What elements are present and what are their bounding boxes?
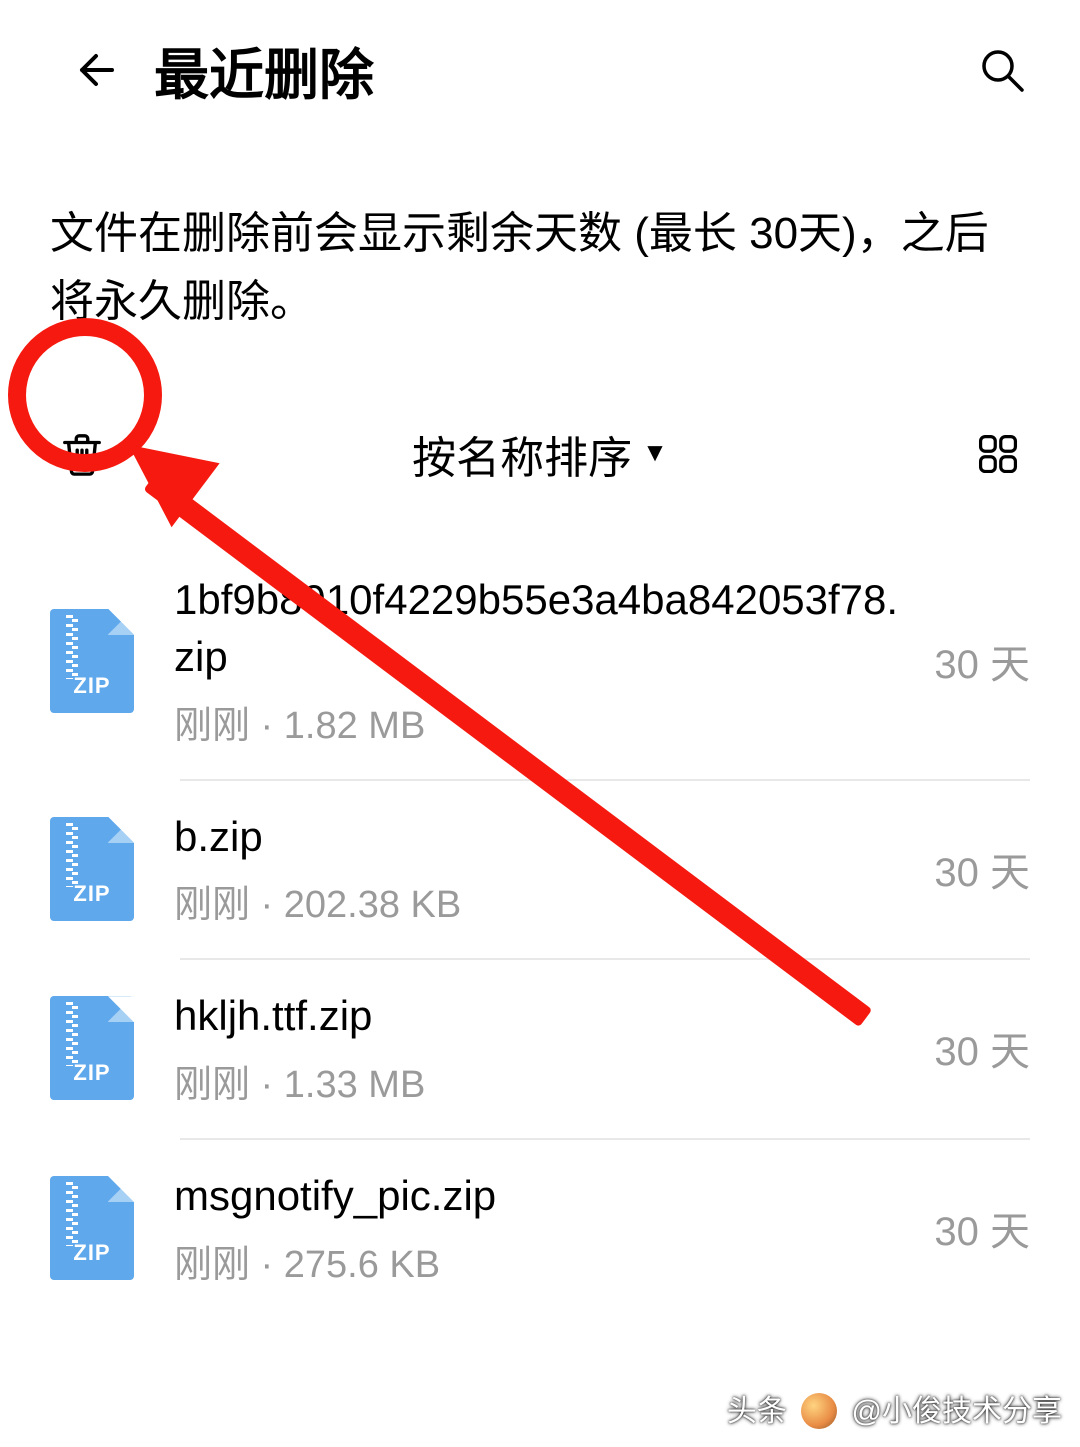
zip-badge: ZIP <box>73 673 110 699</box>
chevron-down-icon: ▼ <box>642 437 668 468</box>
page-title: 最近删除 <box>154 30 974 110</box>
file-list: ZIP 1bf9b8910f4229b55e3a4ba842053f78.zip… <box>0 522 1080 1317</box>
list-item[interactable]: ZIP 1bf9b8910f4229b55e3a4ba842053f78.zip… <box>0 542 1080 778</box>
arrow-left-icon <box>74 46 122 94</box>
days-remaining: 30 天 <box>934 1019 1030 1077</box>
view-toggle-button[interactable] <box>971 427 1025 481</box>
list-item[interactable]: ZIP hkljh.ttf.zip 刚刚 · 1.33 MB 30 天 <box>0 958 1080 1138</box>
header-bar: 最近删除 <box>0 0 1080 150</box>
zip-file-icon: ZIP <box>50 996 134 1100</box>
back-button[interactable] <box>70 42 126 98</box>
zip-file-icon: ZIP <box>50 609 134 713</box>
sort-dropdown[interactable]: 按名称排序 ▼ <box>109 422 971 486</box>
zip-file-icon: ZIP <box>50 1176 134 1280</box>
days-remaining: 30 天 <box>934 1199 1030 1257</box>
search-button[interactable] <box>974 42 1030 98</box>
file-info: 刚刚 · 1.33 MB <box>174 1053 914 1108</box>
file-info: 刚刚 · 275.6 KB <box>174 1233 914 1288</box>
file-name: hkljh.ttf.zip <box>174 988 914 1053</box>
sort-label: 按名称排序 <box>412 422 632 486</box>
empty-trash-button[interactable] <box>55 427 109 481</box>
zip-badge: ZIP <box>73 1060 110 1086</box>
file-meta: 1bf9b8910f4229b55e3a4ba842053f78.zip 刚刚 … <box>174 572 934 748</box>
file-info: 刚刚 · 202.38 KB <box>174 873 914 928</box>
list-toolbar: 按名称排序 ▼ <box>0 386 1080 522</box>
zip-badge: ZIP <box>73 881 110 907</box>
watermark-prefix: 头条 <box>727 1395 787 1428</box>
avatar-icon <box>801 1393 837 1429</box>
grid-icon <box>976 432 1020 476</box>
file-meta: b.zip 刚刚 · 202.38 KB <box>174 809 934 929</box>
file-name: 1bf9b8910f4229b55e3a4ba842053f78.zip <box>174 572 914 693</box>
file-name: b.zip <box>174 809 914 874</box>
trash-icon <box>59 431 105 477</box>
info-text: 文件在删除前会显示剩余天数 (最长 30天)，之后将永久删除。 <box>0 150 1080 386</box>
file-meta: msgnotify_pic.zip 刚刚 · 275.6 KB <box>174 1168 934 1288</box>
file-name: msgnotify_pic.zip <box>174 1168 914 1233</box>
days-remaining: 30 天 <box>934 840 1030 898</box>
list-item[interactable]: ZIP b.zip 刚刚 · 202.38 KB 30 天 <box>0 779 1080 959</box>
search-icon <box>978 46 1026 94</box>
list-item[interactable]: ZIP msgnotify_pic.zip 刚刚 · 275.6 KB 30 天 <box>0 1138 1080 1318</box>
zip-badge: ZIP <box>73 1240 110 1266</box>
file-meta: hkljh.ttf.zip 刚刚 · 1.33 MB <box>174 988 934 1108</box>
days-remaining: 30 天 <box>934 632 1030 690</box>
file-info: 刚刚 · 1.82 MB <box>174 694 914 749</box>
watermark: 头条 @小俊技术分享 <box>727 1386 1062 1433</box>
zip-file-icon: ZIP <box>50 817 134 921</box>
watermark-name: @小俊技术分享 <box>852 1395 1062 1428</box>
